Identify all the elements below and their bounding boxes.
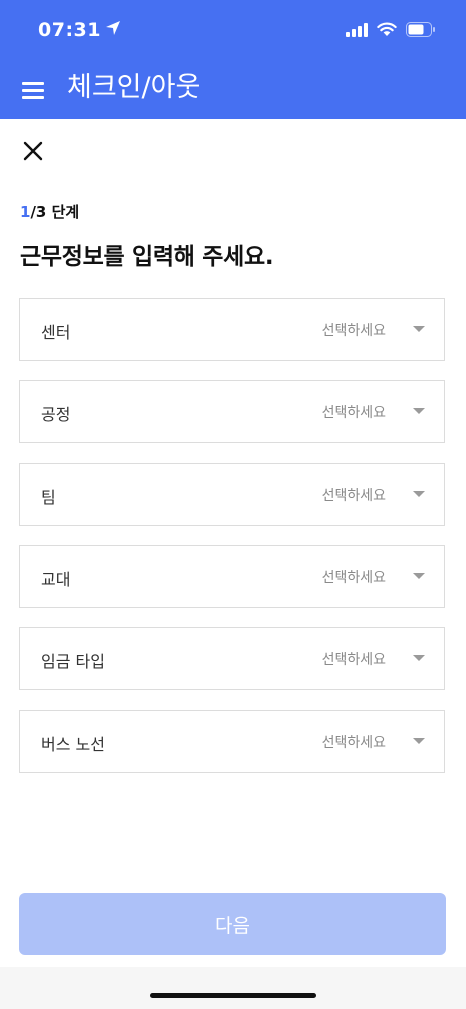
wifi-icon	[377, 22, 397, 41]
shift-select[interactable]: 교대 선택하세요	[19, 545, 445, 608]
field-placeholder: 선택하세요	[321, 735, 386, 751]
bus-route-select[interactable]: 버스 노선 선택하세요	[19, 710, 445, 773]
field-placeholder: 선택하세요	[321, 652, 386, 668]
caret-down-icon	[413, 738, 425, 744]
field-label: 버스 노선	[41, 735, 105, 754]
center-select[interactable]: 센터 선택하세요	[19, 298, 445, 361]
form-heading: 근무정보를 입력해 주세요.	[20, 244, 274, 270]
field-label: 공정	[41, 405, 71, 424]
status-icons	[346, 22, 436, 41]
field-label: 센터	[41, 323, 71, 342]
field-label: 교대	[41, 570, 71, 589]
app-header: 07:31 체크인/아웃	[0, 0, 466, 119]
caret-down-icon	[413, 408, 425, 414]
menu-icon[interactable]	[22, 80, 46, 100]
app-bar: 체크인/아웃	[0, 64, 466, 119]
cellular-signal-icon	[346, 22, 368, 41]
caret-down-icon	[413, 326, 425, 332]
field-label: 임금 타입	[41, 652, 105, 671]
home-indicator[interactable]	[150, 993, 316, 998]
wage-type-select[interactable]: 임금 타입 선택하세요	[19, 627, 445, 690]
page-title: 체크인/아웃	[67, 72, 201, 103]
status-time: 07:31	[38, 19, 121, 41]
location-arrow-icon	[105, 19, 121, 41]
step-current: 1	[20, 203, 31, 221]
caret-down-icon	[413, 573, 425, 579]
bottom-bar	[0, 967, 466, 1009]
field-placeholder: 선택하세요	[321, 323, 386, 339]
step-total: /3 단계	[30, 203, 80, 221]
next-button[interactable]: 다음	[19, 893, 446, 955]
field-label: 팀	[41, 488, 56, 507]
process-select[interactable]: 공정 선택하세요	[19, 380, 445, 443]
status-time-text: 07:31	[38, 19, 101, 41]
close-button[interactable]	[20, 138, 46, 164]
field-placeholder: 선택하세요	[321, 405, 386, 421]
step-indicator: 1/3 단계	[20, 201, 79, 222]
caret-down-icon	[413, 491, 425, 497]
field-placeholder: 선택하세요	[321, 488, 386, 504]
caret-down-icon	[413, 655, 425, 661]
status-bar: 07:31	[0, 0, 466, 64]
battery-icon	[406, 22, 436, 41]
team-select[interactable]: 팀 선택하세요	[19, 463, 445, 526]
field-placeholder: 선택하세요	[321, 570, 386, 586]
close-icon	[23, 141, 43, 161]
